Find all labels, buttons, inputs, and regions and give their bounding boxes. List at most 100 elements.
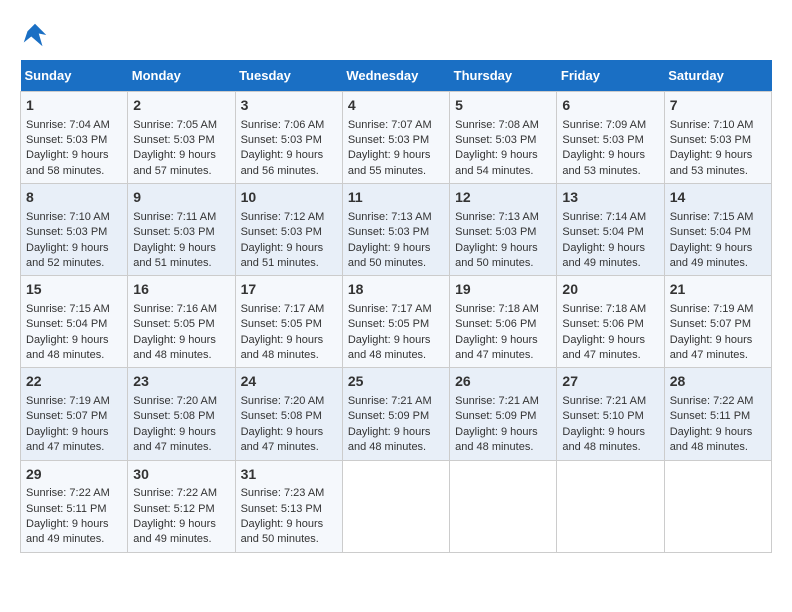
day-info: Sunset: 5:11 PM — [26, 502, 122, 517]
calendar-cell: 2Sunrise: 7:05 AMSunset: 5:03 PMDaylight… — [128, 92, 235, 184]
day-number: 18 — [348, 280, 444, 300]
day-info: Daylight: 9 hours and 47 minutes. — [455, 333, 551, 364]
day-info: Sunrise: 7:13 AM — [348, 210, 444, 225]
calendar-header-row: SundayMondayTuesdayWednesdayThursdayFrid… — [21, 60, 772, 92]
day-number: 19 — [455, 280, 551, 300]
day-info: Sunrise: 7:19 AM — [670, 302, 766, 317]
calendar-cell: 8Sunrise: 7:10 AMSunset: 5:03 PMDaylight… — [21, 184, 128, 276]
day-number: 25 — [348, 372, 444, 392]
day-number: 31 — [241, 465, 337, 485]
calendar-cell: 26 Sunrise: 7:21 AMSunset: 5:09 PMDayligh… — [450, 368, 557, 460]
day-info: Daylight: 9 hours and 48 minutes. — [562, 425, 658, 456]
day-info: Daylight: 9 hours and 47 minutes. — [562, 333, 658, 364]
day-number: 15 — [26, 280, 122, 300]
day-info: Sunset: 5:12 PM — [133, 502, 229, 517]
day-info: Sunrise: 7:20 AM — [241, 394, 337, 409]
day-info: Sunrise: 7:06 AM — [241, 118, 337, 133]
day-info: Daylight: 9 hours and 48 minutes. — [455, 425, 551, 456]
day-number: 11 — [348, 188, 444, 208]
day-info: Sunset: 5:05 PM — [133, 317, 229, 332]
day-info: Daylight: 9 hours and 51 minutes. — [241, 241, 337, 272]
day-info: Daylight: 9 hours and 55 minutes. — [348, 148, 444, 179]
column-header-monday: Monday — [128, 60, 235, 92]
calendar-cell: 17Sunrise: 7:17 AMSunset: 5:05 PMDayligh… — [235, 276, 342, 368]
calendar-cell: 10 Sunrise: 7:12 AMSunset: 5:03 PMDayligh… — [235, 184, 342, 276]
day-info: Daylight: 9 hours and 48 minutes. — [348, 425, 444, 456]
calendar-cell: 5Sunrise: 7:08 AMSunset: 5:03 PMDaylight… — [450, 92, 557, 184]
day-info: Sunset: 5:09 PM — [455, 409, 551, 424]
day-info: Sunset: 5:03 PM — [241, 133, 337, 148]
day-info: Daylight: 9 hours and 47 minutes. — [26, 425, 122, 456]
day-info: Sunset: 5:04 PM — [670, 225, 766, 240]
day-info: Daylight: 9 hours and 52 minutes. — [26, 241, 122, 272]
day-number: 29 — [26, 465, 122, 485]
day-number: 6 — [562, 96, 658, 116]
calendar-cell: 18Sunrise: 7:17 AMSunset: 5:05 PMDayligh… — [342, 276, 449, 368]
day-number: 27 — [562, 372, 658, 392]
day-info: Sunset: 5:04 PM — [562, 225, 658, 240]
day-info: Sunrise: 7:12 AM — [241, 210, 337, 225]
calendar-cell — [664, 460, 771, 552]
day-info: Sunrise: 7:14 AM — [562, 210, 658, 225]
day-info: Sunset: 5:13 PM — [241, 502, 337, 517]
day-number: 20 — [562, 280, 658, 300]
day-info: Sunset: 5:03 PM — [26, 225, 122, 240]
day-info: Sunrise: 7:09 AM — [562, 118, 658, 133]
day-info: Daylight: 9 hours and 50 minutes. — [348, 241, 444, 272]
day-info: Sunset: 5:03 PM — [133, 225, 229, 240]
day-number: 26 — [455, 372, 551, 392]
day-info: Sunrise: 7:10 AM — [670, 118, 766, 133]
day-info: Daylight: 9 hours and 58 minutes. — [26, 148, 122, 179]
column-header-tuesday: Tuesday — [235, 60, 342, 92]
day-info: Daylight: 9 hours and 54 minutes. — [455, 148, 551, 179]
day-number: 10 — [241, 188, 337, 208]
day-info: Sunset: 5:03 PM — [455, 225, 551, 240]
day-info: Sunrise: 7:22 AM — [26, 486, 122, 501]
calendar-cell: 21Sunrise: 7:19 AMSunset: 5:07 PMDayligh… — [664, 276, 771, 368]
day-info: Daylight: 9 hours and 50 minutes. — [241, 517, 337, 548]
day-info: Daylight: 9 hours and 49 minutes. — [26, 517, 122, 548]
day-info: Sunrise: 7:05 AM — [133, 118, 229, 133]
day-number: 4 — [348, 96, 444, 116]
day-info: Daylight: 9 hours and 49 minutes. — [133, 517, 229, 548]
calendar-week-row: 22Sunrise: 7:19 AMSunset: 5:07 PMDayligh… — [21, 368, 772, 460]
day-number: 13 — [562, 188, 658, 208]
calendar-table: SundayMondayTuesdayWednesdayThursdayFrid… — [20, 60, 772, 553]
day-number: 3 — [241, 96, 337, 116]
column-header-friday: Friday — [557, 60, 664, 92]
calendar-cell: 4Sunrise: 7:07 AMSunset: 5:03 PMDaylight… — [342, 92, 449, 184]
day-info: Sunset: 5:03 PM — [670, 133, 766, 148]
day-info: Sunrise: 7:20 AM — [133, 394, 229, 409]
calendar-cell — [342, 460, 449, 552]
day-info: Sunset: 5:06 PM — [562, 317, 658, 332]
day-number: 12 — [455, 188, 551, 208]
day-info: Daylight: 9 hours and 53 minutes. — [670, 148, 766, 179]
day-number: 2 — [133, 96, 229, 116]
day-info: Sunset: 5:05 PM — [348, 317, 444, 332]
logo — [20, 20, 54, 50]
calendar-cell: 31Sunrise: 7:23 AMSunset: 5:13 PMDayligh… — [235, 460, 342, 552]
day-info: Daylight: 9 hours and 48 minutes. — [133, 333, 229, 364]
calendar-cell: 30Sunrise: 7:22 AMSunset: 5:12 PMDayligh… — [128, 460, 235, 552]
day-info: Sunrise: 7:22 AM — [670, 394, 766, 409]
day-info: Sunrise: 7:21 AM — [455, 394, 551, 409]
day-info: Sunrise: 7:17 AM — [348, 302, 444, 317]
day-info: Sunset: 5:07 PM — [670, 317, 766, 332]
day-info: Sunset: 5:06 PM — [455, 317, 551, 332]
day-info: Sunrise: 7:11 AM — [133, 210, 229, 225]
day-info: Sunrise: 7:23 AM — [241, 486, 337, 501]
calendar-cell: 19Sunrise: 7:18 AMSunset: 5:06 PMDayligh… — [450, 276, 557, 368]
calendar-week-row: 1Sunrise: 7:04 AMSunset: 5:03 PMDaylight… — [21, 92, 772, 184]
day-info: Daylight: 9 hours and 53 minutes. — [562, 148, 658, 179]
calendar-cell: 22Sunrise: 7:19 AMSunset: 5:07 PMDayligh… — [21, 368, 128, 460]
day-info: Sunset: 5:03 PM — [133, 133, 229, 148]
calendar-cell — [557, 460, 664, 552]
column-header-sunday: Sunday — [21, 60, 128, 92]
day-info: Sunset: 5:03 PM — [241, 225, 337, 240]
calendar-cell: 14Sunrise: 7:15 AMSunset: 5:04 PMDayligh… — [664, 184, 771, 276]
day-number: 28 — [670, 372, 766, 392]
column-header-thursday: Thursday — [450, 60, 557, 92]
calendar-cell: 3Sunrise: 7:06 AMSunset: 5:03 PMDaylight… — [235, 92, 342, 184]
day-info: Sunrise: 7:17 AM — [241, 302, 337, 317]
column-header-wednesday: Wednesday — [342, 60, 449, 92]
